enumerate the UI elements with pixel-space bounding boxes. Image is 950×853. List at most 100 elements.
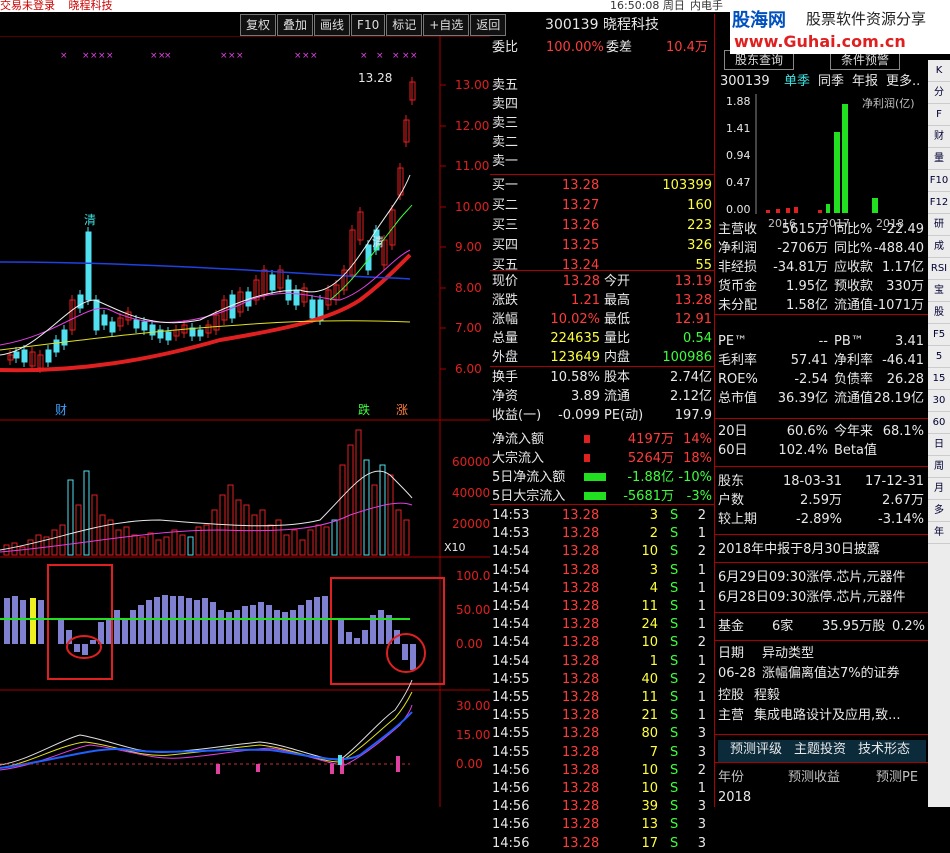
indicator-bar [4, 598, 10, 644]
buy-price: 13.26 [562, 218, 600, 233]
buy-volume: 160 [687, 198, 712, 213]
stat-value: 13.28 [562, 274, 600, 289]
side-tool-icon[interactable]: 日 [928, 434, 950, 456]
side-tool-icon[interactable]: 月 [928, 478, 950, 500]
tick-price: 13.28 [562, 562, 600, 578]
side-tool-icon[interactable]: 5 [928, 346, 950, 368]
volume-bar [3, 544, 10, 556]
tick-price: 13.28 [562, 762, 600, 778]
clock: 16:50:08 周日 [610, 0, 685, 12]
add-favorite-button[interactable]: +自选 [423, 14, 470, 36]
volume-bar [371, 484, 378, 556]
volume-bar [11, 542, 18, 556]
indicator-bar [346, 632, 352, 644]
side-tool-icon[interactable]: 研 [928, 214, 950, 236]
volume-bar [387, 474, 394, 556]
volume-bar [91, 494, 98, 556]
tick-side: S [670, 781, 679, 796]
tick-side: S [670, 817, 679, 833]
signal-mark: × [236, 51, 244, 61]
tick-side: S [670, 599, 679, 614]
side-tool-icon[interactable]: 成 [928, 236, 950, 258]
tick-count: 3 [697, 835, 706, 851]
tick-side: S [670, 835, 679, 851]
side-tool-icon[interactable]: 量 [928, 148, 950, 170]
candle-body [293, 289, 300, 306]
candles: × × × × × × ×× × × × × × × × × × × × [7, 51, 418, 373]
volume-unit: X10 [444, 541, 466, 554]
tab-quarter[interactable]: 单季 [784, 72, 810, 91]
side-tool-icon[interactable]: 60 [928, 412, 950, 434]
volume-ma [0, 502, 413, 553]
indicator-bar [122, 618, 128, 644]
fuquan-button[interactable]: 复权 [240, 14, 277, 36]
side-tool-icon[interactable]: 宝 [928, 280, 950, 302]
mark-button[interactable]: 标记 [386, 14, 423, 36]
stat-label: 内盘 [604, 350, 631, 365]
tab-tech[interactable]: 技术形态 [858, 740, 910, 759]
news-2[interactable]: 6月28日09:30涨停.芯片,元器件 [718, 588, 906, 607]
stock-name-tab[interactable]: 晓程科技 [69, 0, 113, 12]
tick-side: S [670, 580, 679, 596]
candle-body [109, 321, 116, 333]
kline-chart[interactable]: 13.00 12.00 11.00 10.00 9.00 8.00 7.00 6.00 6000… [0, 36, 490, 807]
volume-bar [379, 464, 386, 556]
candle-body [189, 327, 196, 337]
tick-price: 13.28 [562, 635, 600, 651]
side-tool-icon[interactable]: RSI [928, 258, 950, 280]
overlay-button[interactable]: 叠加 [277, 14, 314, 36]
side-tool-icon[interactable]: K [928, 60, 950, 82]
side-tool-icon[interactable]: F10 [928, 170, 950, 192]
volume-bar [203, 524, 210, 556]
tick-volume: 2 [649, 526, 658, 542]
f10-button[interactable]: F10 [351, 14, 386, 36]
buy-level-label: 买一 [492, 178, 519, 193]
tick-side: S [670, 526, 679, 542]
side-tool-icon[interactable]: 财 [928, 126, 950, 148]
tab-same-quarter[interactable]: 同季 [818, 72, 844, 91]
indicator-bar [250, 605, 256, 644]
volume-bar [35, 534, 42, 556]
tick-count: 1 [697, 708, 706, 724]
candle-body [93, 299, 100, 331]
side-tool-icon[interactable]: 分 [928, 82, 950, 104]
side-tool-icon[interactable]: 30 [928, 390, 950, 412]
side-tool-icon[interactable]: 周 [928, 456, 950, 478]
signal-mark: × [410, 51, 418, 61]
side-tool-icon[interactable]: 年 [928, 522, 950, 544]
tick-side: S [670, 508, 679, 523]
indicator-bar [186, 598, 192, 644]
side-tool-icon[interactable]: F [928, 104, 950, 126]
candle-body [101, 314, 108, 326]
side-tool-icon[interactable]: 多 [928, 500, 950, 522]
tick-price: 13.28 [562, 835, 600, 851]
macd-stick [396, 756, 400, 772]
svg-text:0.47: 0.47 [726, 176, 751, 189]
indicator-bar [138, 605, 144, 644]
report-notice[interactable]: 2018年中报于8月30日披露 [718, 540, 880, 559]
tab-annual[interactable]: 年报 [852, 72, 878, 91]
indicator-bar [410, 644, 416, 670]
indicator-bar [114, 610, 120, 644]
side-tool-icon[interactable]: F5 [928, 324, 950, 346]
stat-label: 量比 [604, 331, 631, 346]
tab-forecast[interactable]: 预测评级 [730, 740, 782, 759]
stat-value: 100986 [662, 350, 712, 365]
tick-time: 14:55 [492, 726, 530, 742]
tick-time: 14:56 [492, 817, 530, 833]
volume-ma [0, 470, 413, 551]
tab-more[interactable]: 更多.. [886, 72, 920, 91]
macd-tick-label: 15.00 [456, 728, 490, 742]
side-tool-icon[interactable]: F12 [928, 192, 950, 214]
tick-price: 13.28 [562, 690, 600, 705]
side-tool-icon[interactable]: 股 [928, 302, 950, 324]
tab-theme[interactable]: 主题投资 [794, 740, 846, 759]
volume-bar [179, 534, 186, 556]
tick-time: 14:56 [492, 762, 530, 778]
draw-line-button[interactable]: 画线 [314, 14, 351, 36]
volume-bars [0, 429, 413, 556]
side-tool-icon[interactable]: 15 [928, 368, 950, 390]
tick-price: 13.28 [562, 817, 600, 833]
price-tick-label: 9.00 [455, 240, 482, 254]
news-1[interactable]: 6月29日09:30涨停.芯片,元器件 [718, 568, 906, 587]
